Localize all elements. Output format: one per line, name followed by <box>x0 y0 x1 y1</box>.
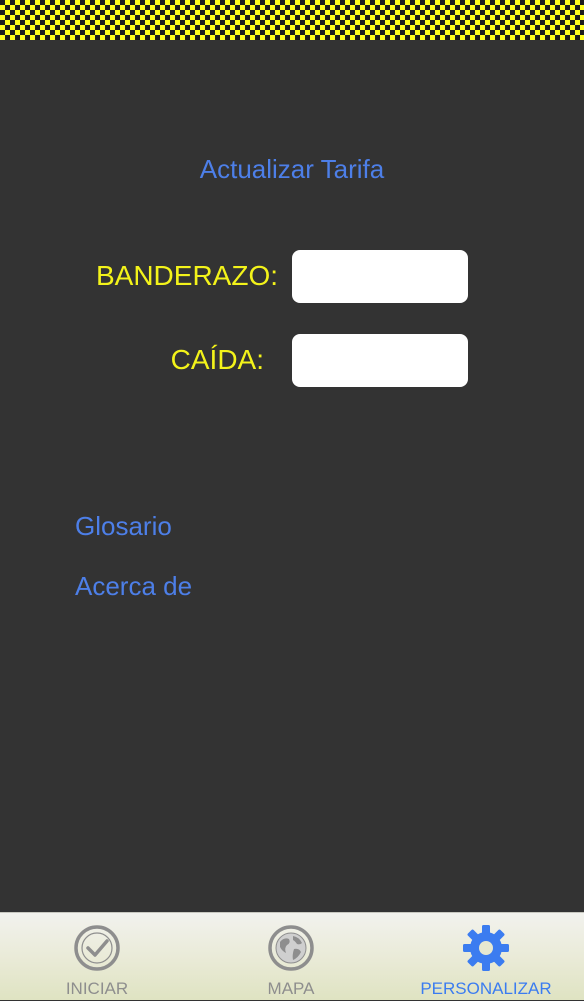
banderazo-label: BANDERAZO: <box>95 260 278 291</box>
glossary-link[interactable]: Glosario <box>75 509 172 543</box>
tab-personalizar[interactable]: PERSONALIZAR <box>388 913 584 1001</box>
update-fare-link[interactable]: Actualizar Tarifa <box>0 152 584 186</box>
about-link[interactable]: Acerca de <box>75 569 192 603</box>
checkmark-clock-icon <box>74 925 120 971</box>
gear-icon <box>463 925 509 971</box>
globe-icon <box>268 925 314 971</box>
tab-label-personalizar: PERSONALIZAR <box>420 979 552 998</box>
checkered-taxi-strip <box>0 0 584 40</box>
caida-input[interactable] <box>292 334 468 387</box>
caida-label: CAÍDA: <box>170 344 264 375</box>
tab-bar: INICIAR MAPA PERSONALIZAR <box>0 912 584 1000</box>
banderazo-input[interactable] <box>292 250 468 303</box>
tab-iniciar[interactable]: INICIAR <box>0 913 194 1001</box>
tab-label-iniciar: INICIAR <box>65 979 129 998</box>
tab-label-mapa: MAPA <box>267 979 315 998</box>
tab-mapa[interactable]: MAPA <box>194 913 388 1001</box>
